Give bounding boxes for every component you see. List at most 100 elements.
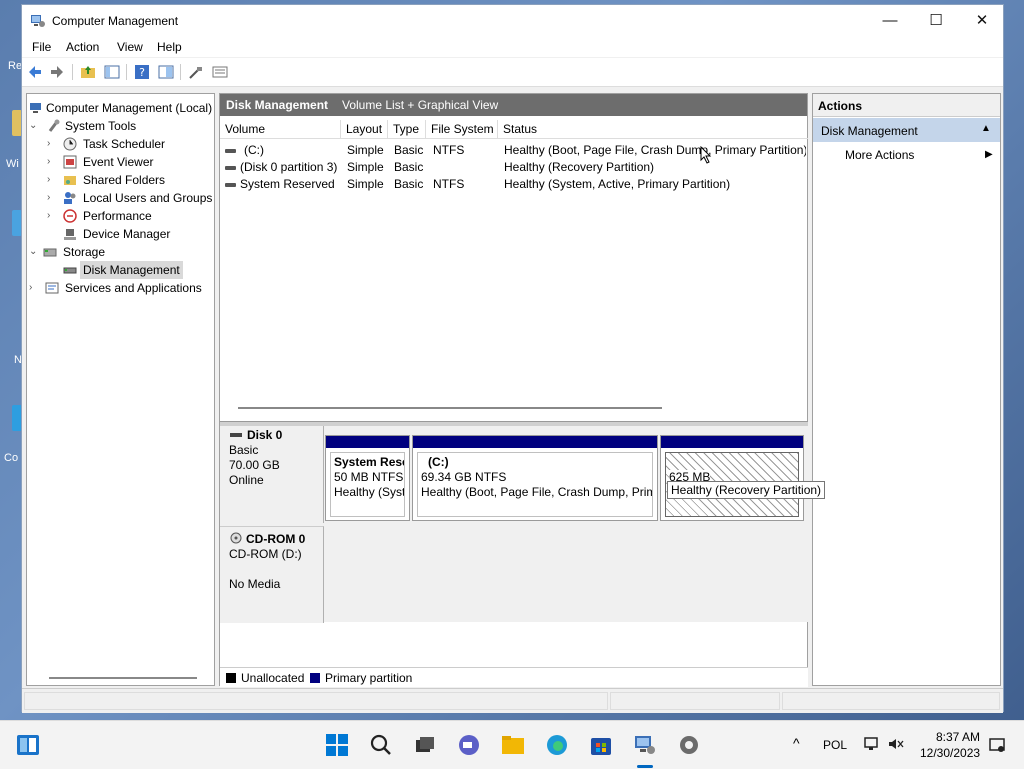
tree-item-computer-management[interactable]: Computer Management (Local) [29,99,214,117]
properties-pane-icon[interactable] [158,64,174,80]
navigation-tree: Computer Management (Local) ⌄ System Too… [26,93,215,686]
store-icon[interactable] [589,733,613,757]
legend-label: Unallocated [241,671,305,685]
back-arrow-icon[interactable] [27,64,43,80]
task-view-icon[interactable] [413,733,437,757]
connect-icon[interactable] [188,64,204,80]
partition-size: 69.34 GB NTFS [421,470,507,484]
partition-c-drive[interactable]: (C:) 69.34 GB NTFS Healthy (Boot, Page F… [412,435,658,521]
chevron-right-icon[interactable]: › [29,279,39,297]
chevron-right-icon[interactable]: › [47,135,57,153]
clock-time[interactable]: 8:37 AM [936,730,980,744]
toolbar-separator [72,64,73,80]
start-icon[interactable] [325,733,349,757]
show-hide-tree-icon[interactable] [104,64,120,80]
tree-item-performance[interactable]: › Performance [47,207,214,225]
volume-row[interactable]: (C:) Simple Basic NTFS Healthy (Boot, Pa… [220,142,808,159]
partition-recovery[interactable]: 625 MB [660,435,804,521]
volume-file-system: NTFS [433,143,465,157]
settings-gear-icon[interactable] [677,733,701,757]
volume-row[interactable]: (Disk 0 partition 3) Simple Basic Health… [220,159,808,176]
up-folder-icon[interactable] [80,64,96,80]
partition-system-reserved[interactable]: System Rese 50 MB NTFS Healthy (Syste [325,435,410,521]
computer-management-taskbar-icon[interactable] [633,733,657,757]
tree-item-system-tools[interactable]: ⌄ System Tools [29,117,214,135]
storage-icon [43,248,57,257]
checklist-icon[interactable] [212,64,228,80]
file-explorer-icon[interactable] [501,733,525,757]
legend-swatch-primary [310,673,320,683]
cdrom-icon [230,532,242,544]
tree-item-label: Local Users and Groups [83,191,213,205]
cdrom-0-label[interactable]: CD-ROM 0 CD-ROM (D:) No Media [220,526,324,623]
chevron-right-icon[interactable]: › [47,207,57,225]
network-icon[interactable] [864,737,880,751]
partition-status: Healthy (Syste [334,485,405,499]
cdrom-partition-area[interactable] [324,526,808,622]
actions-title: Actions [818,99,863,113]
chevron-down-icon[interactable]: ⌄ [29,117,39,135]
search-icon[interactable] [369,733,393,757]
volume-row[interactable]: System Reserved Simple Basic NTFS Health… [220,176,808,193]
volume-name: (Disk 0 partition 3) [240,160,338,174]
tree-item-label: Device Manager [83,227,171,241]
maximize-button[interactable]: ☐ [913,5,959,37]
toolbar: ? [22,58,1003,87]
tree-item-shared-folders[interactable]: › Shared Folders [47,171,214,189]
chevron-right-icon[interactable]: › [47,171,57,189]
volume-type: Basic [394,177,424,191]
services-icon [45,282,59,294]
collapse-arrow-icon[interactable]: ▲ [981,123,991,134]
chevron-right-icon[interactable]: › [47,189,57,207]
tree-item-label: Disk Management [80,261,183,279]
partition-body: System Rese 50 MB NTFS Healthy (Syste [330,452,405,517]
forward-arrow-icon[interactable] [49,64,65,80]
tree-item-task-scheduler[interactable]: › Task Scheduler [47,135,214,153]
clock-date[interactable]: 12/30/2023 [920,746,980,760]
volume-file-system: NTFS [433,177,465,191]
menu-action[interactable]: Action [66,40,99,54]
tree-horizontal-scrollbar[interactable] [49,677,197,679]
actions-section-disk-management[interactable]: Disk Management ▲ [813,118,1000,142]
tree-item-services-and-applications[interactable]: › Services and Applications [29,279,214,297]
column-volume[interactable]: Volume [220,120,341,138]
help-icon[interactable]: ? [134,64,150,80]
widgets-icon[interactable] [16,733,40,757]
language-indicator[interactable]: POL [823,738,847,752]
notification-icon[interactable] [989,737,1005,753]
tree-item-local-users-and-groups[interactable]: › Local Users and Groups [47,189,214,207]
pane-header: Disk Management Volume List + Graphical … [220,94,807,116]
column-file-system[interactable]: File System [426,120,498,138]
menu-file[interactable]: File [32,40,51,54]
minimize-button[interactable]: — [867,5,913,37]
pane-view-mode: Volume List + Graphical View [342,98,499,112]
title-bar[interactable]: Computer Management — ☐ ✕ [22,5,1003,37]
legend-swatch-unallocated [226,673,236,683]
disk-0-label[interactable]: Disk 0 Basic 70.00 GB Online [220,426,324,523]
chevron-right-icon[interactable]: › [47,153,57,171]
menu-help[interactable]: Help [157,40,182,54]
computer-icon [30,103,41,113]
tree-item-device-manager[interactable]: Device Manager [47,225,214,243]
edge-icon[interactable] [545,733,569,757]
partition-title: (C:) [428,455,449,469]
computer-management-window: Computer Management — ☐ ✕ File Action Vi… [21,4,1004,713]
close-button[interactable]: ✕ [959,5,1005,37]
column-type[interactable]: Type [388,120,426,138]
chevron-down-icon[interactable]: ⌄ [29,243,39,261]
chat-icon[interactable] [457,733,481,757]
column-status[interactable]: Status [498,120,808,138]
partition-title: System Rese [334,455,405,469]
tray-overflow-chevron[interactable]: ^ [793,735,800,751]
more-actions-item[interactable]: More Actions ▶ [813,144,1000,166]
status-bar [22,688,1003,713]
tree-item-event-viewer[interactable]: › Event Viewer [47,153,214,171]
volume-icon [225,166,236,170]
tree-item-storage[interactable]: ⌄ Storage [29,243,214,261]
column-layout[interactable]: Layout [341,120,388,138]
window-title: Computer Management [52,14,179,28]
menu-view[interactable]: View [117,40,143,54]
tree-item-disk-management[interactable]: Disk Management [47,261,214,279]
volume-muted-icon[interactable] [888,737,904,751]
volume-list-horizontal-scrollbar[interactable] [238,407,662,409]
